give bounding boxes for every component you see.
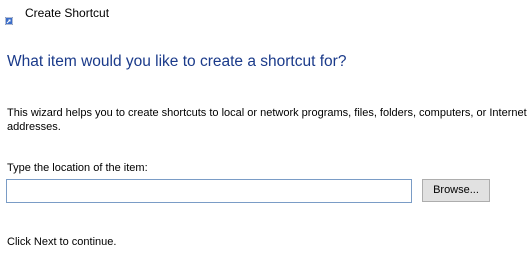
wizard-description: This wizard helps you to create shortcut… xyxy=(7,107,527,133)
browse-button[interactable]: Browse... xyxy=(422,179,490,202)
continue-hint: Click Next to continue. xyxy=(7,236,117,248)
shortcut-wizard-icon xyxy=(4,12,14,26)
page-heading: What item would you like to create a sho… xyxy=(7,53,347,70)
location-label: Type the location of the item: xyxy=(7,162,148,174)
location-input[interactable] xyxy=(6,179,412,203)
create-shortcut-dialog: Create Shortcut What item would you like… xyxy=(0,0,530,255)
title-bar: Create Shortcut xyxy=(0,0,530,28)
window-title: Create Shortcut xyxy=(25,6,110,20)
